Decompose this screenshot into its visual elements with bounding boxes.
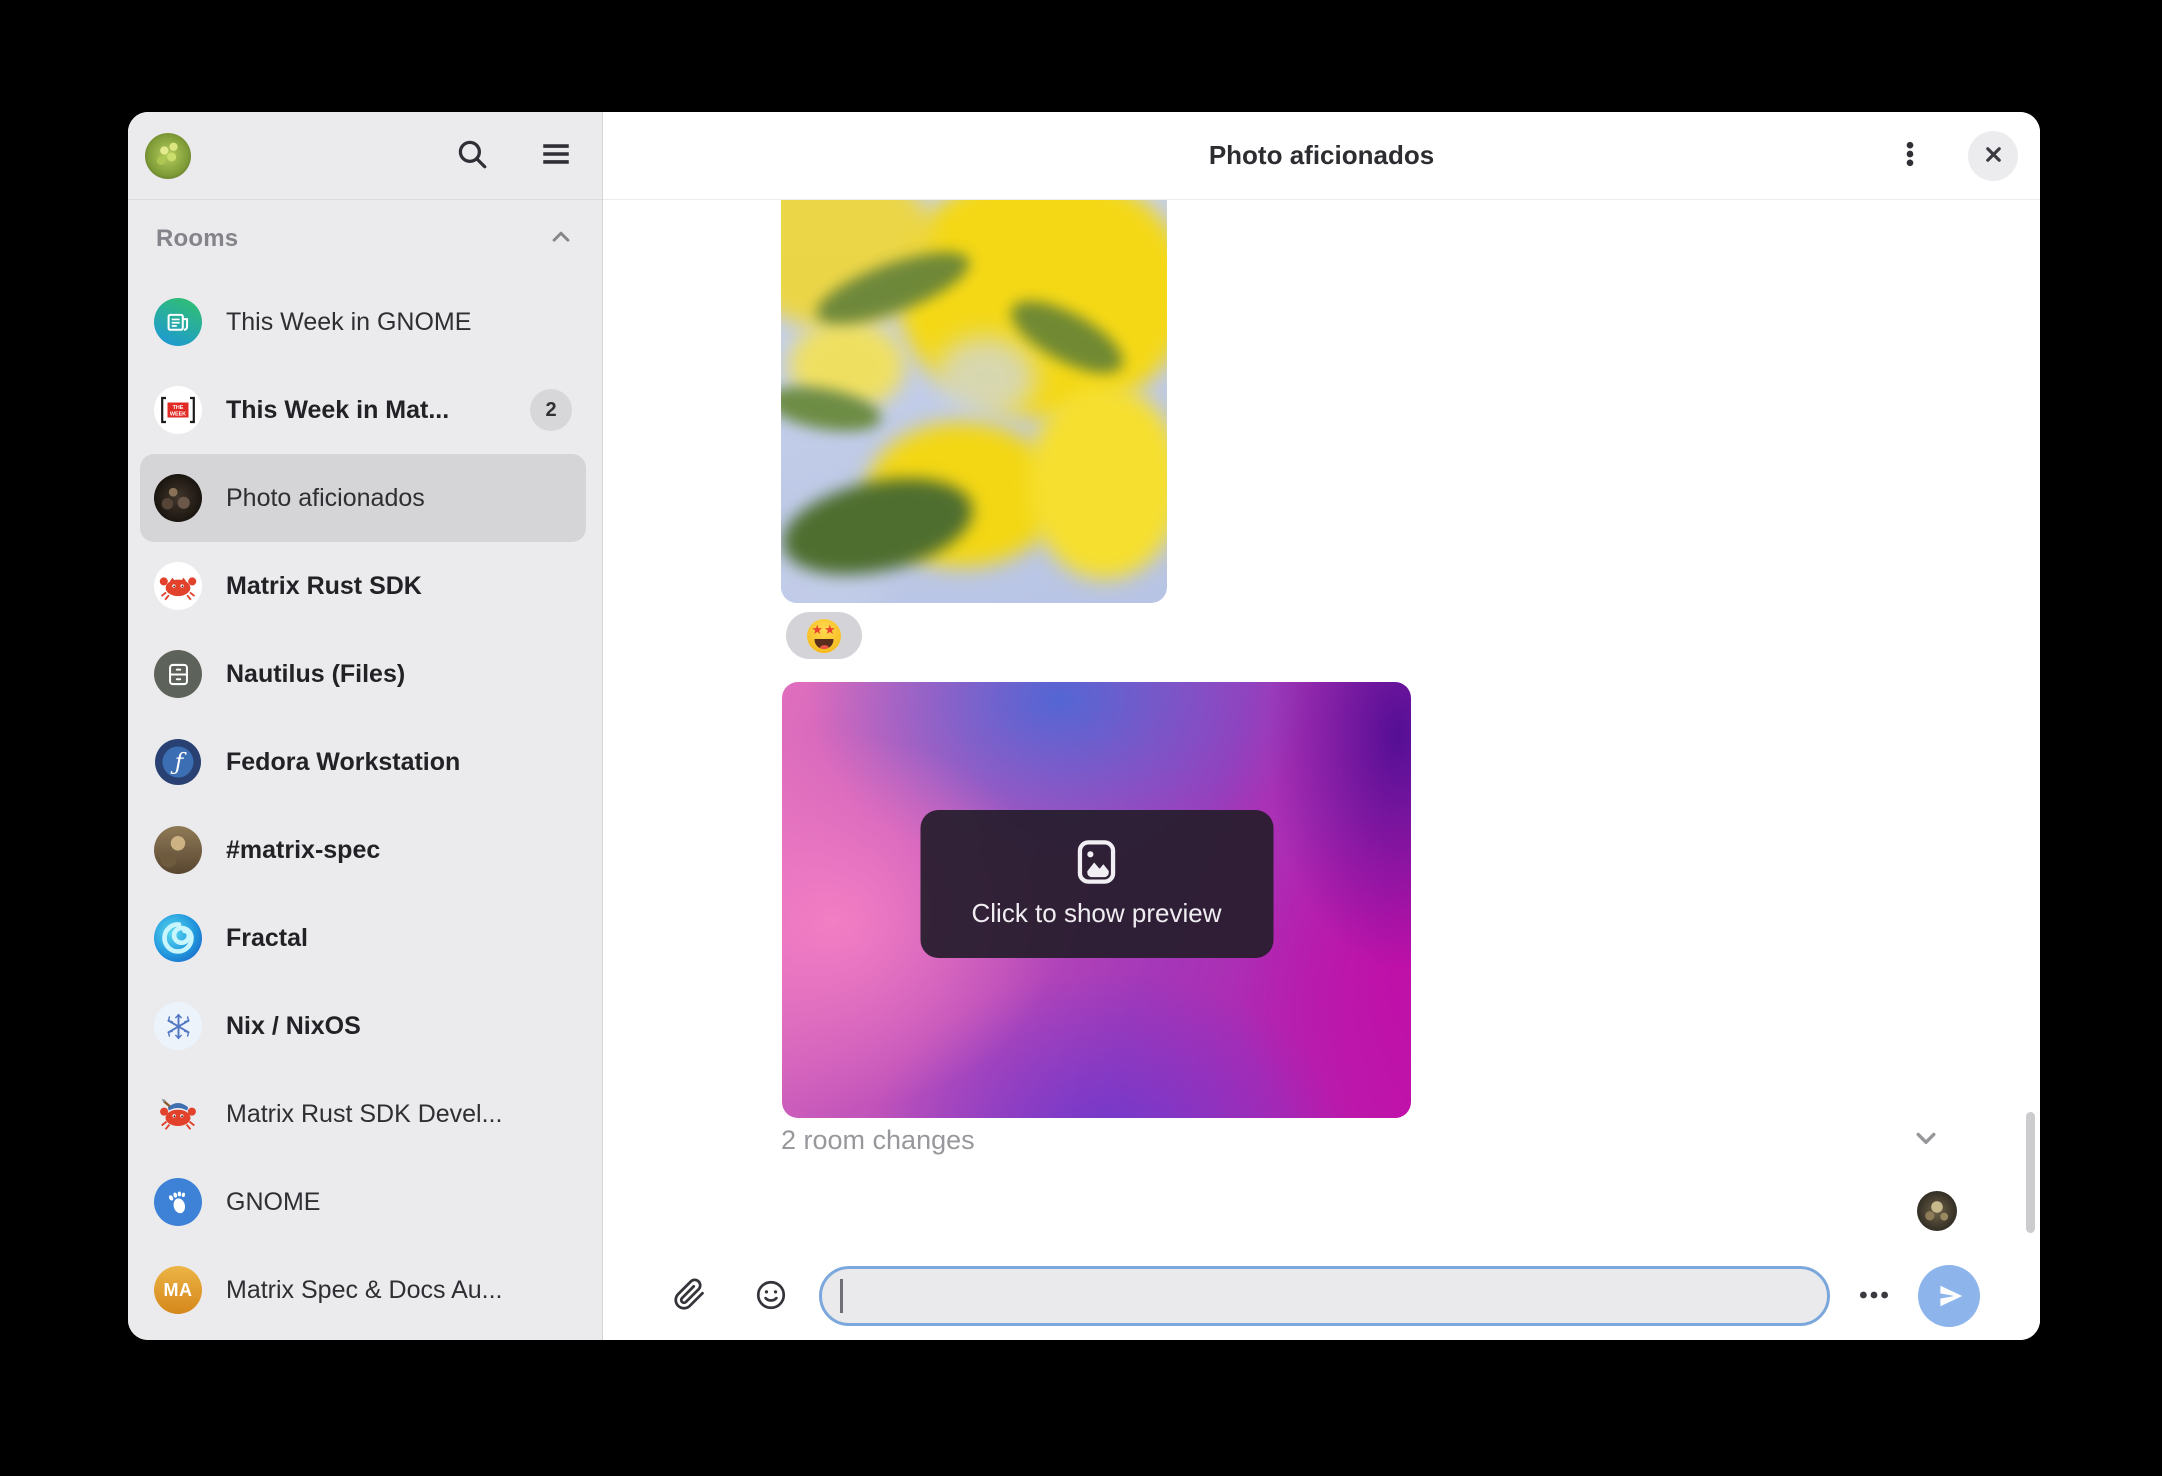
fractal-window: Rooms This Week in GNOME THEWEEK This We… (128, 112, 2040, 1340)
svg-text:WEEK: WEEK (170, 412, 186, 418)
svg-text:THE: THE (173, 405, 184, 411)
main-menu-button[interactable] (534, 134, 578, 178)
twig-newspaper-icon (154, 298, 202, 346)
room-name: Nautilus (Files) (226, 660, 578, 689)
image-message-mimosa-flowers[interactable] (781, 200, 1167, 603)
room-changes-label: 2 room changes (781, 1125, 1909, 1156)
text-caret (840, 1279, 843, 1313)
room-title: Photo aficionados (603, 140, 2040, 171)
room-name: Fractal (226, 924, 578, 953)
room-item[interactable]: Nautilus (Files) (140, 630, 586, 718)
room-item[interactable]: #matrix-spec (140, 806, 586, 894)
room-menu-button[interactable] (1888, 134, 1932, 178)
sky-patch (935, 337, 1035, 418)
room-name: Photo aficionados (226, 484, 578, 513)
close-icon (1981, 142, 2006, 170)
room-item[interactable]: ƒ Fedora Workstation (140, 718, 586, 806)
room-name: Nix / NixOS (226, 1012, 578, 1041)
star-struck-emoji: ★★ (807, 619, 841, 653)
show-preview-label: Click to show preview (972, 898, 1222, 929)
nix-snowflake-icon (154, 1002, 202, 1050)
paperclip-icon (673, 1278, 706, 1314)
gnome-foot-icon (154, 1178, 202, 1226)
room-item[interactable]: Matrix Rust SDK Devel... (140, 1070, 586, 1158)
timeline-scrollbar[interactable] (2026, 1112, 2035, 1233)
user-account-avatar[interactable] (145, 133, 191, 179)
message-timeline: ★★ Click to show preview 2 room changes (603, 200, 2040, 1252)
emoji-star-eyes: ★★ (807, 623, 841, 636)
person-photo-avatar (154, 826, 202, 874)
room-header: Photo aficionados (603, 112, 2040, 200)
chevron-down-icon[interactable] (1909, 1121, 1943, 1160)
attach-file-button[interactable] (669, 1274, 709, 1318)
room-name: Fedora Workstation (226, 748, 578, 777)
room-item[interactable]: Nix / NixOS (140, 982, 586, 1070)
room-item[interactable]: Fractal (140, 894, 586, 982)
image-icon (1077, 839, 1117, 888)
file-cabinet-icon (154, 650, 202, 698)
ferris-crab-icon (154, 562, 202, 610)
hamburger-menu-icon (538, 136, 574, 175)
ellipsis-icon (1857, 1278, 1891, 1315)
sidebar-header (128, 112, 602, 200)
fractal-spiral-icon (154, 914, 202, 962)
message-input[interactable] (819, 1266, 1830, 1326)
desktop-background: { "window": { "title": "Photo aficionado… (0, 0, 2162, 1476)
room-name: This Week in Mat... (226, 396, 506, 425)
chevron-up-icon[interactable] (546, 222, 576, 257)
flower-blob (1028, 385, 1167, 578)
search-button[interactable] (450, 134, 494, 178)
ma-initials-icon: MA (154, 1266, 202, 1314)
fedora-logo-icon: ƒ (154, 738, 202, 786)
room-name: Matrix Spec & Docs Au... (226, 1276, 578, 1305)
camera-photo-avatar (154, 474, 202, 522)
emoji-mouth (815, 639, 834, 649)
room-item[interactable]: Photo aficionados (140, 454, 586, 542)
unread-badge: 2 (530, 389, 572, 431)
twim-logo-icon: THEWEEK (154, 386, 202, 434)
room-item[interactable]: THEWEEK This Week in Mat... 2 (140, 366, 586, 454)
close-room-button[interactable] (1968, 131, 2018, 181)
more-options-button[interactable] (1854, 1274, 1894, 1318)
show-preview-button[interactable]: Click to show preview (920, 810, 1273, 958)
message-composer (603, 1252, 2040, 1340)
room-view: Photo aficionados (603, 112, 2040, 1340)
rooms-section-label: Rooms (156, 225, 546, 253)
ferris-hat-crab-icon (154, 1090, 202, 1138)
room-item[interactable]: GNOME (140, 1158, 586, 1246)
room-name: Matrix Rust SDK (226, 572, 578, 601)
send-plane-icon (1936, 1281, 1966, 1311)
room-name: Matrix Rust SDK Devel... (226, 1100, 578, 1129)
room-name: This Week in GNOME (226, 308, 578, 337)
room-name: #matrix-spec (226, 836, 578, 865)
emoji-picker-button[interactable] (751, 1274, 791, 1318)
room-item[interactable]: This Week in GNOME (140, 278, 586, 366)
send-message-button[interactable] (1918, 1265, 1980, 1327)
room-list: This Week in GNOME THEWEEK This Week in … (128, 278, 602, 1340)
kebab-menu-icon (1894, 138, 1926, 173)
room-item[interactable]: MA Matrix Spec & Docs Au... (140, 1246, 586, 1334)
room-name: GNOME (226, 1188, 578, 1217)
search-icon (455, 137, 489, 174)
room-changes-expander[interactable]: 2 room changes (781, 1118, 1943, 1162)
sidebar: Rooms This Week in GNOME THEWEEK This We… (128, 112, 603, 1340)
reaction-pill[interactable]: ★★ (786, 612, 862, 659)
read-receipt-avatar (1917, 1191, 1957, 1231)
blurred-image-message[interactable]: Click to show preview (782, 682, 1411, 1118)
smiley-icon (754, 1278, 788, 1315)
rooms-section-header[interactable]: Rooms (128, 200, 602, 278)
room-item[interactable]: Matrix Rust SDK (140, 542, 586, 630)
